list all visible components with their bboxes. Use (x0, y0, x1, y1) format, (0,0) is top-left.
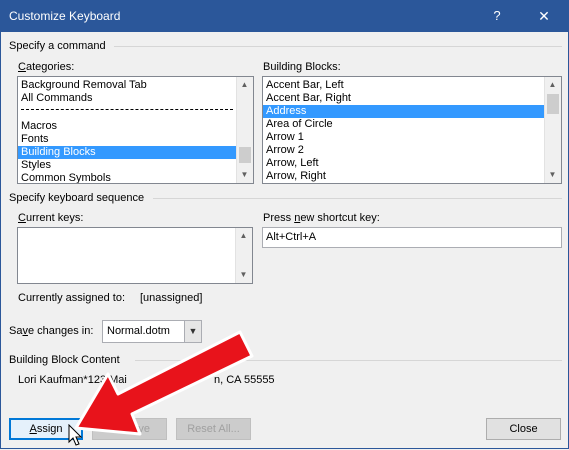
categories-list: Background Removal Tab All Commands Macr… (18, 79, 236, 183)
current-keys-label: Current keys: (18, 212, 84, 224)
currently-assigned-label: Currently assigned to: (18, 292, 125, 304)
mouse-cursor-icon (68, 424, 82, 446)
close-button[interactable]: Close (486, 418, 561, 440)
window-title: Customize Keyboard (9, 9, 121, 23)
building-blocks-listbox[interactable]: Accent Bar, Left Accent Bar, Right Addre… (262, 76, 562, 184)
list-item[interactable]: Arrow 2 (263, 144, 544, 157)
currently-assigned-value: [unassigned] (140, 292, 203, 304)
group-divider (153, 198, 562, 199)
list-item[interactable]: Styles (18, 159, 236, 172)
list-item[interactable]: Arrow 1 (263, 131, 544, 144)
close-window-icon[interactable]: ✕ (530, 6, 558, 26)
red-arrow-icon (74, 330, 254, 436)
list-item[interactable]: Common Symbols (18, 172, 236, 183)
list-item-selected[interactable]: Building Blocks (18, 146, 236, 159)
categories-scrollbar[interactable]: ▲ ▼ (236, 77, 253, 183)
list-item[interactable]: Arrow, Right (263, 170, 544, 183)
building-blocks-list: Accent Bar, Left Accent Bar, Right Addre… (263, 79, 544, 183)
new-shortcut-input[interactable]: Alt+Ctrl+A (262, 227, 562, 248)
scroll-down-icon[interactable]: ▼ (545, 167, 560, 182)
list-item-selected[interactable]: Address (263, 105, 544, 118)
scroll-thumb[interactable] (239, 147, 251, 163)
scroll-down-icon[interactable]: ▼ (237, 167, 252, 182)
current-keys-listbox[interactable]: ▲ ▼ (17, 227, 253, 284)
list-item[interactable]: Accent Bar, Left (263, 79, 544, 92)
list-item[interactable]: All Commands (18, 92, 236, 105)
specify-command-group-title: Specify a command (9, 40, 106, 52)
scroll-down-icon[interactable]: ▼ (236, 267, 251, 282)
scroll-up-icon[interactable]: ▲ (237, 77, 252, 92)
group-divider (114, 46, 562, 47)
help-button[interactable]: ? (484, 6, 510, 26)
title-bar: Customize Keyboard ? ✕ (0, 0, 569, 32)
list-item[interactable]: Fonts (18, 133, 236, 146)
categories-label: Categories: (18, 61, 75, 73)
list-separator (18, 105, 236, 113)
new-shortcut-value: Alt+Ctrl+A (266, 231, 317, 243)
list-item[interactable]: Accent Bar, Right (263, 92, 544, 105)
categories-listbox[interactable]: Background Removal Tab All Commands Macr… (17, 76, 254, 184)
current-keys-scrollbar[interactable]: ▲ ▼ (235, 228, 252, 283)
scroll-thumb[interactable] (547, 94, 559, 114)
building-blocks-label: Building Blocks: (263, 61, 341, 73)
keyboard-sequence-group-title: Specify keyboard sequence (9, 192, 145, 204)
press-new-shortcut-label: Press new shortcut key: (263, 212, 380, 224)
scroll-up-icon[interactable]: ▲ (236, 228, 251, 243)
list-item[interactable]: Arrow, Left (263, 157, 544, 170)
building-blocks-scrollbar[interactable]: ▲ ▼ (544, 77, 561, 183)
list-item[interactable]: Area of Circle (263, 118, 544, 131)
list-item[interactable]: Background Removal Tab (18, 79, 236, 92)
red-arrow-shape (74, 330, 254, 436)
list-item[interactable]: Macros (18, 120, 236, 133)
scroll-up-icon[interactable]: ▲ (545, 77, 560, 92)
